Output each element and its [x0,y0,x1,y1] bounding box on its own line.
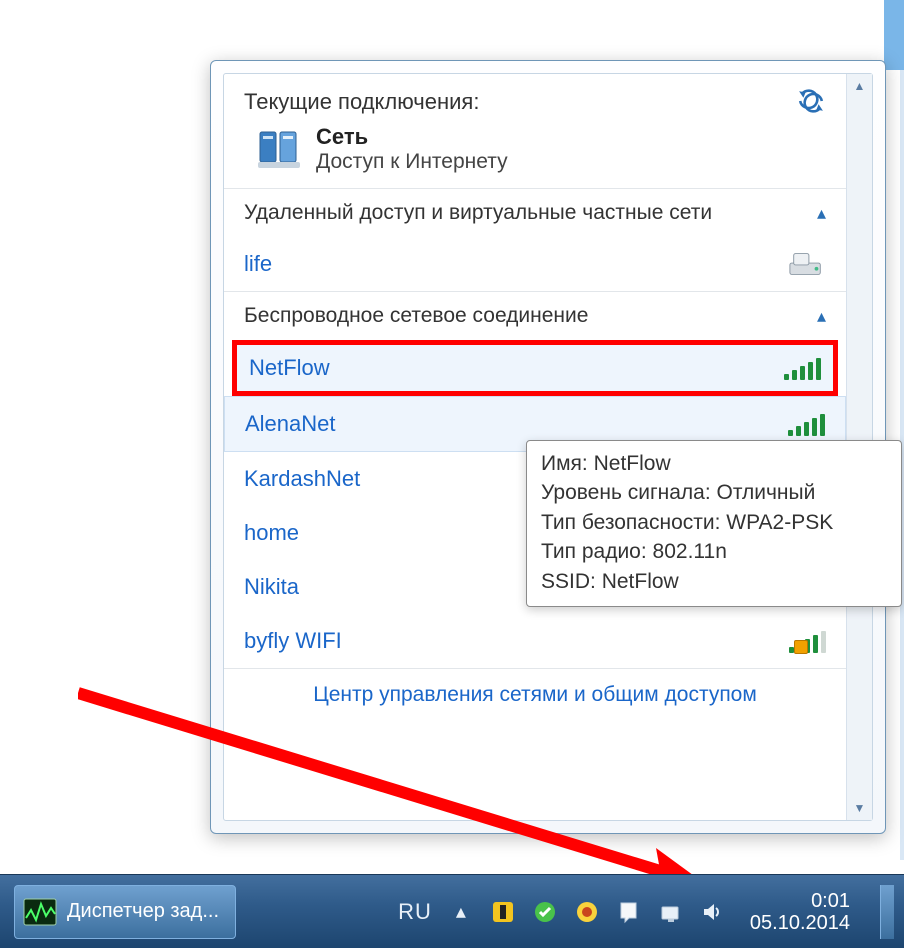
tooltip-signal-value: Отличный [717,481,816,504]
signal-icon [788,626,826,656]
tray-security-icon[interactable] [532,899,558,925]
wifi-item-label: KardashNet [244,466,360,492]
signal-icon [783,353,821,383]
network-icon [256,126,302,172]
taskbar-button-taskmgr[interactable]: Диспетчер зад... [14,885,236,939]
decorative-accent [884,0,904,70]
tooltip-ssid-value: NetFlow [602,570,679,593]
wifi-item-label: Nikita [244,574,299,600]
wifi-tooltip: Имя: NetFlow Уровень сигнала: Отличный Т… [526,440,902,607]
flyout-heading-row: Текущие подключения: [224,74,846,120]
system-tray: RU ▴ 0:01 05.10.2014 [398,885,904,939]
tray-app1-icon[interactable] [490,899,516,925]
taskbar: Диспетчер зад... RU ▴ 0:01 05.10.2014 [0,874,904,948]
chevron-up-icon: ▴ [817,306,826,327]
chevron-up-icon: ▴ [817,203,826,224]
scroll-up-icon[interactable]: ▲ [847,74,872,98]
scroll-down-icon[interactable]: ▼ [847,796,872,820]
network-tray-icon[interactable] [658,899,684,925]
wifi-item-netflow[interactable]: NetFlow [232,340,838,396]
tray-date: 05.10.2014 [750,912,850,934]
flyout-heading: Текущие подключения: [244,89,479,115]
wifi-item-label: NetFlow [249,355,330,381]
group-label: Удаленный доступ и виртуальные частные с… [244,201,712,225]
tray-time: 0:01 [750,890,850,912]
wifi-item-label: home [244,520,299,546]
signal-icon [787,409,825,439]
group-header-vpn[interactable]: Удаленный доступ и виртуальные частные с… [224,189,846,237]
action-center-icon[interactable] [616,899,642,925]
desktop-area: Текущие подключения: [0,0,904,860]
refresh-icon[interactable] [798,88,826,116]
group-header-wifi[interactable]: Беспроводное сетевое соединение ▴ [224,292,846,340]
modem-icon [788,249,826,279]
vpn-item-label: life [244,251,272,277]
vpn-item[interactable]: life [224,237,846,291]
taskbar-button-label: Диспетчер зад... [67,900,219,923]
wifi-item-label: byfly WIFI [244,628,342,654]
show-desktop-button[interactable] [880,885,894,939]
group-label: Беспроводное сетевое соединение [244,304,588,328]
language-indicator[interactable]: RU [398,899,432,925]
network-center-link[interactable]: Центр управления сетями и общим доступом [224,668,846,721]
tray-app2-icon[interactable] [574,899,600,925]
tooltip-name-value: NetFlow [594,452,671,475]
active-network-block: Сеть Доступ к Интернету [224,120,846,188]
tray-up-icon[interactable]: ▴ [448,899,474,925]
tray-clock[interactable]: 0:01 05.10.2014 [742,890,858,934]
tooltip-signal-label: Уровень сигнала: [541,481,711,504]
tooltip-radio-label: Тип радио: [541,540,647,563]
wifi-item[interactable]: byfly WIFI [224,614,846,668]
active-network-title: Сеть [316,124,508,150]
warning-shield-icon [794,640,808,654]
active-network-subtitle: Доступ к Интернету [316,150,508,174]
volume-icon[interactable] [700,899,726,925]
wifi-item-label: AlenaNet [245,411,336,437]
tooltip-security-label: Тип безопасности: [541,511,720,534]
tooltip-name-label: Имя: [541,452,588,475]
taskmgr-icon [23,898,57,926]
tooltip-radio-value: 802.11n [653,540,727,563]
tooltip-security-value: WPA2-PSK [726,511,833,534]
tooltip-ssid-label: SSID: [541,570,596,593]
